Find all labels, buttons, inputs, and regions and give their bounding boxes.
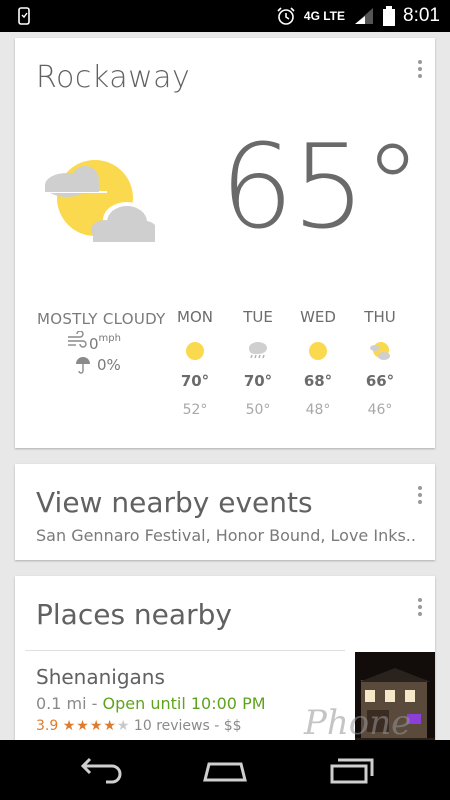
forecast-day: THU 66° 46° bbox=[355, 308, 405, 418]
forecast-day: MON 70° 52° bbox=[170, 308, 220, 418]
sun-icon bbox=[309, 342, 327, 360]
forecast-high: 70° bbox=[180, 372, 210, 390]
events-card[interactable]: View nearby events San Gennaro Festival,… bbox=[15, 464, 435, 560]
precipitation: 0% bbox=[75, 356, 121, 374]
forecast-low: 52° bbox=[182, 402, 208, 418]
sun-icon bbox=[186, 342, 204, 360]
forecast-day-name: WED bbox=[300, 308, 336, 326]
precip-value: 0% bbox=[97, 356, 121, 374]
divider bbox=[25, 650, 345, 651]
review-count: 10 reviews - $$ bbox=[129, 718, 242, 734]
phone-rotate-icon bbox=[18, 7, 30, 25]
status-time: 8:01 bbox=[403, 5, 440, 26]
partly-cloudy-icon bbox=[41, 160, 155, 242]
places-card[interactable]: Places nearby Shenanigans 0.1 mi - Open … bbox=[15, 576, 435, 756]
place-distance: 0.1 mi - bbox=[36, 694, 103, 713]
forecast-day-name: THU bbox=[364, 308, 396, 326]
places-title: Places nearby bbox=[36, 598, 232, 631]
weather-city: Rockaway bbox=[36, 60, 191, 95]
place-name[interactable]: Shenanigans bbox=[36, 665, 165, 689]
condition-text: MOSTLY CLOUDY bbox=[37, 310, 166, 328]
place-rating: 3.9 ★★★★★ 10 reviews - $$ bbox=[36, 718, 242, 734]
forecast-low: 46° bbox=[367, 402, 393, 418]
navigation-bar bbox=[0, 740, 450, 800]
forecast-day-name: TUE bbox=[243, 308, 273, 326]
rating-stars-filled: ★★★★ bbox=[62, 718, 117, 734]
events-title: View nearby events bbox=[36, 486, 313, 519]
back-icon[interactable] bbox=[70, 754, 130, 788]
place-meta: 0.1 mi - Open until 10:00 PM bbox=[36, 694, 266, 713]
rain-cloud-icon bbox=[249, 342, 267, 359]
wind-icon bbox=[68, 331, 87, 348]
forecast-high: 66° bbox=[365, 372, 395, 390]
weather-overflow-menu-icon[interactable] bbox=[417, 60, 423, 80]
battery-icon bbox=[383, 6, 396, 26]
forecast-high: 68° bbox=[303, 372, 333, 390]
rating-score: 3.9 bbox=[36, 718, 59, 734]
places-overflow-menu-icon[interactable] bbox=[417, 598, 423, 618]
recent-apps-icon[interactable] bbox=[320, 754, 380, 788]
umbrella-icon bbox=[76, 357, 90, 374]
wind-speed: 0 mph bbox=[67, 331, 121, 353]
forecast-day: WED 68° 48° bbox=[293, 308, 343, 418]
signal-icon bbox=[355, 8, 374, 24]
events-overflow-menu-icon[interactable] bbox=[417, 486, 423, 506]
partly-cloudy-icon bbox=[370, 342, 390, 360]
status-bar: 4G LTE 8:01 bbox=[0, 0, 450, 32]
forecast-low: 48° bbox=[305, 402, 331, 418]
events-subtitle: San Gennaro Festival, Honor Bound, Love … bbox=[36, 526, 416, 545]
rating-stars-empty: ★ bbox=[116, 718, 130, 734]
forecast-day: TUE 70° 50° bbox=[233, 308, 283, 418]
place-open-status: Open until 10:00 PM bbox=[102, 694, 266, 713]
home-icon[interactable] bbox=[195, 754, 255, 788]
wind-unit: mph bbox=[98, 333, 121, 344]
current-temperature: 65° bbox=[220, 120, 422, 255]
wind-value: 0 bbox=[89, 335, 99, 353]
weather-card[interactable]: Rockaway 65° MOSTLY CLOUDY 0 mph 0% MON bbox=[15, 38, 435, 448]
forecast-low: 50° bbox=[245, 402, 271, 418]
alarm-icon bbox=[277, 7, 295, 25]
network-label: 4G LTE bbox=[303, 9, 346, 23]
forecast-day-name: MON bbox=[177, 308, 213, 326]
forecast-high: 70° bbox=[243, 372, 273, 390]
